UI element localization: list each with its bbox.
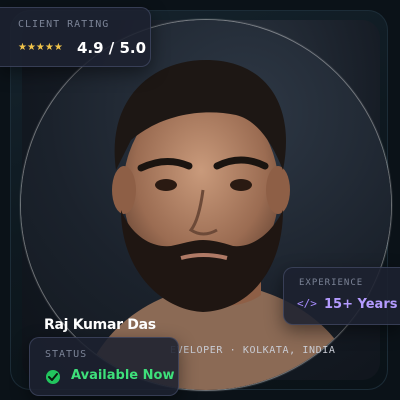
status-value: Available Now xyxy=(71,368,175,383)
code-icon: </> xyxy=(297,297,317,310)
profile-photo xyxy=(21,20,391,390)
experience-label: EXPERIENCE xyxy=(299,278,364,288)
client-rating-label: CLIENT RATING xyxy=(18,19,110,30)
experience-card: EXPERIENCE </> 15+ Years xyxy=(283,267,400,325)
status-label: STATUS xyxy=(45,349,88,360)
experience-value: 15+ Years xyxy=(324,297,398,312)
check-circle-icon xyxy=(46,370,60,384)
client-rating-card: CLIENT RATING ★★★★★ 4.9 / 5.0 xyxy=(0,7,151,67)
profile-name: Raj Kumar Das xyxy=(44,317,156,333)
portrait-illustration xyxy=(81,60,361,390)
client-rating-value: 4.9 / 5.0 xyxy=(77,39,147,57)
status-card: STATUS Available Now xyxy=(29,337,179,396)
profile-role-location: EVELOPER · KOLKATA, INDIA xyxy=(170,345,336,356)
star-rating-icon: ★★★★★ xyxy=(18,42,63,53)
